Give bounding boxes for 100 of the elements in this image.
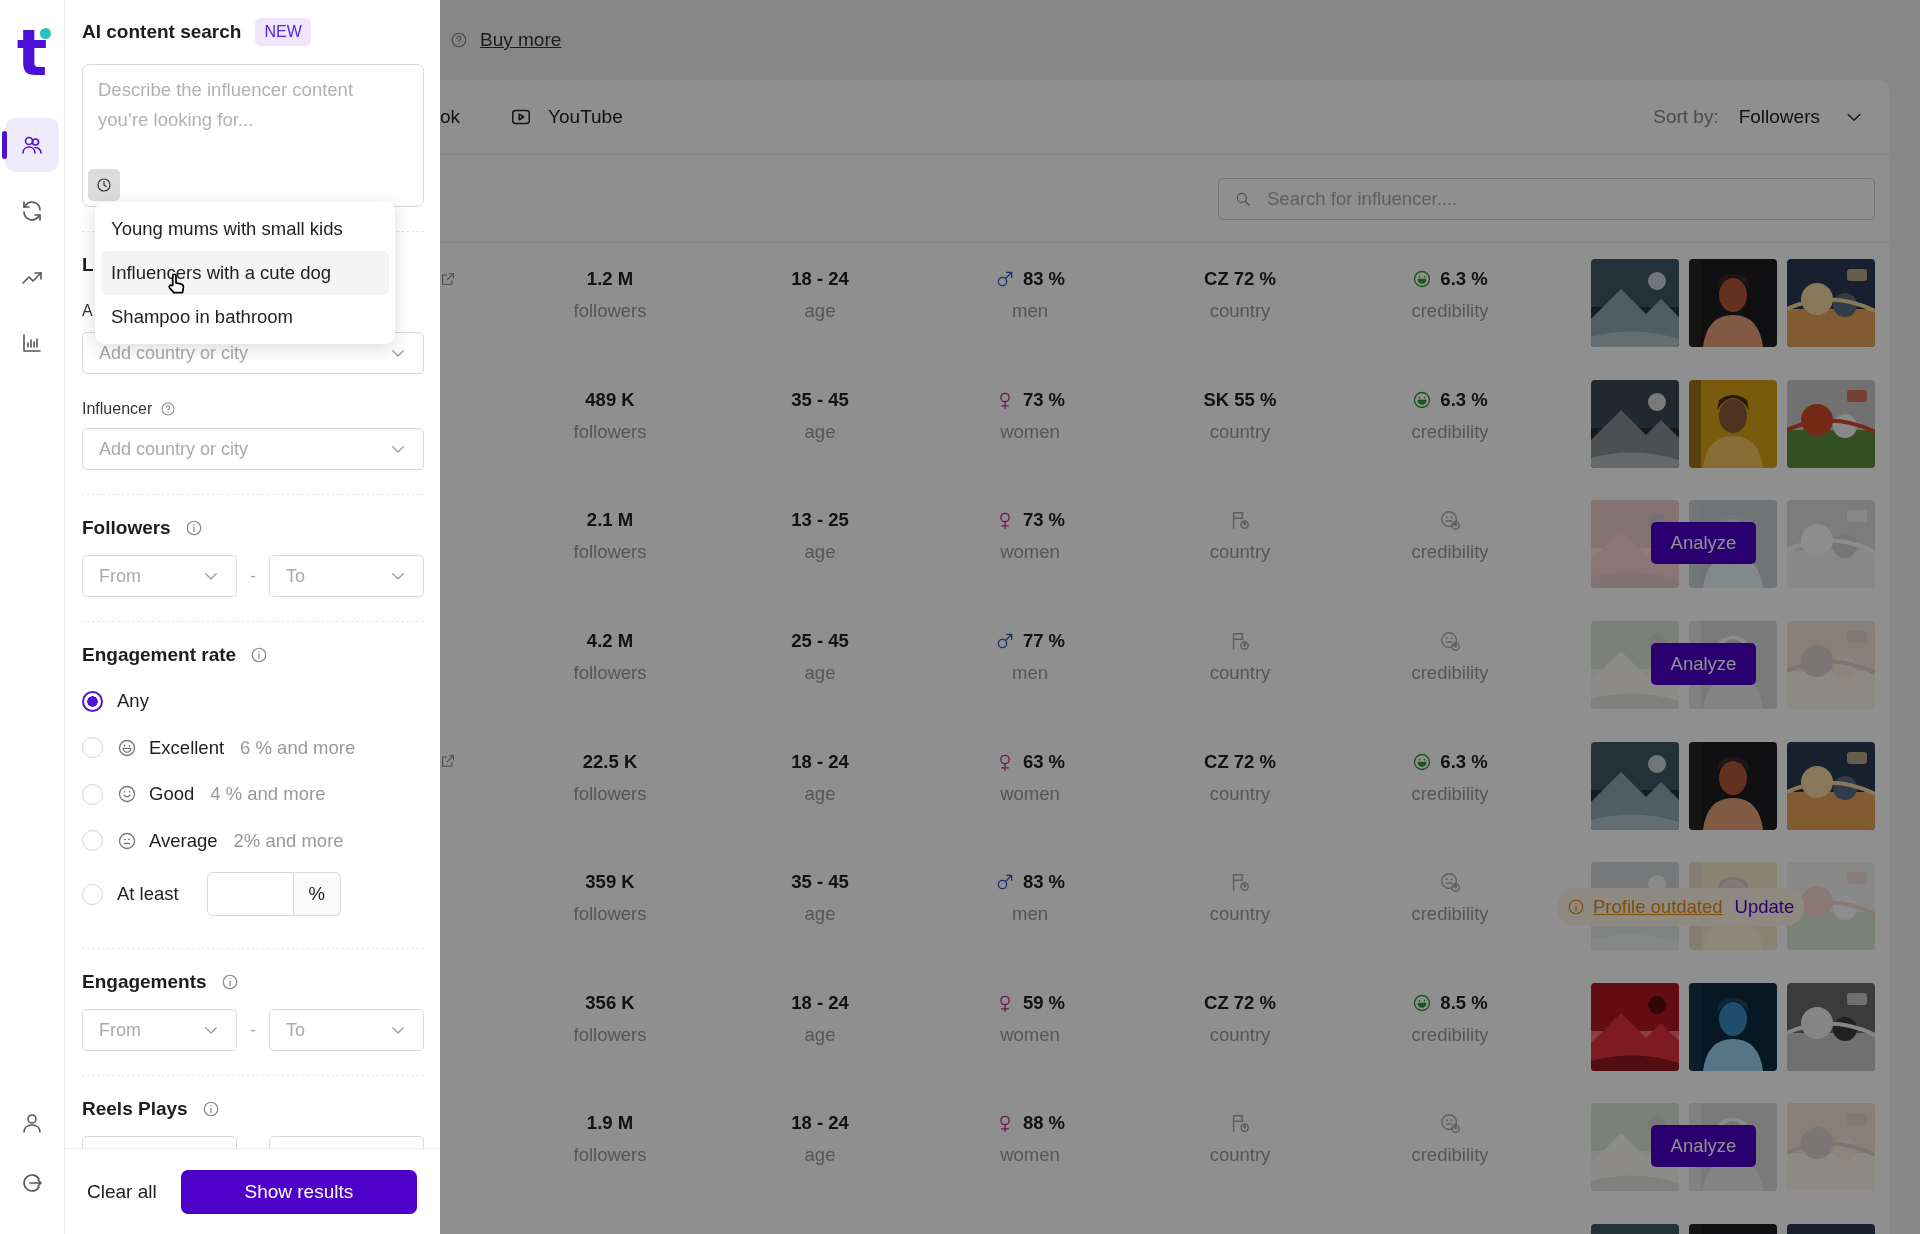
follower-count: 1.9 M (586, 1112, 634, 1135)
section-title: Engagement rate (82, 644, 237, 666)
section-title: Reels Plays (82, 1098, 188, 1120)
age-range: 35 - 45 (791, 388, 849, 411)
age-range: 25 - 45 (791, 630, 849, 653)
tab[interactable]: YouTube (510, 106, 623, 128)
stat-label: credibility (1411, 662, 1489, 685)
gender-share: 63 % (1022, 750, 1066, 773)
info-icon (184, 519, 203, 537)
tab[interactable]: ok (440, 106, 461, 128)
show-results-button[interactable]: Show results (180, 1169, 417, 1214)
age-range: 18 - 24 (791, 750, 849, 773)
range-separator: - (249, 1019, 257, 1041)
logo[interactable]: t (10, 24, 54, 82)
gender-share: 73 % (1022, 509, 1066, 532)
country-share: SK 55 % (1203, 388, 1277, 411)
stat-label: age (804, 782, 836, 805)
history-button[interactable] (88, 169, 120, 201)
stat-label: men (1012, 903, 1048, 926)
face-icon (117, 784, 137, 805)
stat-label: country (1209, 662, 1271, 685)
field-label: A (82, 302, 94, 320)
age-range: 35 - 45 (791, 871, 849, 894)
gender-share: 59 % (1022, 991, 1066, 1014)
stat-label: country (1209, 300, 1271, 323)
stat-label: women (1000, 782, 1060, 805)
option-hint: 2% and more (233, 829, 344, 852)
face-icon (117, 830, 137, 851)
info-icon (220, 973, 239, 991)
gender-share: 83 % (1022, 268, 1066, 291)
help-icon (160, 401, 177, 417)
external-link-icon[interactable] (440, 753, 456, 770)
stat-label: age (804, 1023, 836, 1046)
stat-label: credibility (1411, 300, 1489, 323)
analyze-button[interactable]: Analyze (1651, 1125, 1756, 1168)
menu-item[interactable]: Influencers with a cute dog (101, 251, 389, 295)
info-icon (250, 646, 269, 664)
option-label: Any (117, 690, 149, 713)
country-share: CZ 72 % (1204, 991, 1276, 1014)
stat-label: country (1209, 1023, 1271, 1046)
stat-label: followers (573, 1144, 647, 1167)
follower-count: 356 K (585, 991, 635, 1014)
credibility-score: 6.3 % (1440, 268, 1488, 291)
sort-label: Sort by: (1653, 106, 1719, 128)
gender-share: 73 % (1022, 388, 1066, 411)
radio-button[interactable] (82, 690, 103, 712)
nav-button[interactable] (5, 118, 59, 172)
stat-label: credibility (1411, 420, 1489, 443)
stat-label: age (804, 300, 836, 323)
face-icon (117, 737, 137, 758)
logout-icon (20, 1171, 44, 1195)
menu-item[interactable]: Young mums with small kids (101, 207, 389, 251)
stat-label: credibility (1411, 541, 1489, 564)
analyze-button[interactable]: Analyze (1651, 643, 1756, 686)
country-share: CZ 72 % (1204, 750, 1276, 773)
stat-label: followers (573, 662, 647, 685)
age-range: 18 - 24 (791, 268, 849, 291)
external-link-icon[interactable] (440, 271, 456, 287)
chart-icon (20, 331, 44, 355)
clear-button[interactable]: Clear all (87, 1180, 157, 1203)
stat-label: women (1000, 420, 1060, 443)
section-title: L (82, 254, 94, 276)
age-range: 13 - 25 (791, 509, 849, 532)
stat-label: women (1000, 1144, 1060, 1167)
stat-label: credibility (1411, 903, 1489, 926)
stat-label: credibility (1411, 782, 1489, 805)
option-hint: 4 % and more (210, 783, 326, 806)
update-link[interactable]: Update (1734, 896, 1795, 919)
field-label: Influencer (82, 400, 153, 418)
face-question-icon (1439, 509, 1461, 532)
stat-label: followers (573, 420, 647, 443)
user-icon (20, 1111, 44, 1135)
credibility-score: 8.5 % (1440, 991, 1488, 1014)
percent-field[interactable] (206, 872, 294, 916)
face-question-icon (1439, 1112, 1461, 1135)
buy-more-link[interactable]: Buy more (480, 29, 562, 51)
gender-share: 77 % (1022, 630, 1066, 653)
option-label: Excellent (149, 736, 225, 759)
analyze-button[interactable]: Analyze (1651, 522, 1756, 565)
stat-label: credibility (1411, 1023, 1489, 1046)
gender-share: 83 % (1022, 871, 1066, 894)
new-badge: NEW (255, 18, 311, 46)
ai-search-field[interactable]: Describe the influencer content you’re looking for... (82, 64, 424, 207)
stat-label: age (804, 541, 836, 564)
stat-label: followers (573, 1023, 647, 1046)
section-title: Followers (82, 517, 171, 539)
section-title: Engagements (82, 971, 207, 993)
stat-label: followers (573, 541, 647, 564)
sort-dropdown[interactable]: Followers (1738, 106, 1864, 128)
option-hint: 6 % and more (240, 736, 356, 759)
follower-count: 2.1 M (586, 509, 634, 532)
unit-label: % (293, 872, 341, 916)
face-question-icon (1439, 871, 1461, 894)
stat-label: men (1012, 300, 1048, 323)
smile-icon (1412, 992, 1433, 1013)
credibility-score: 6.3 % (1440, 750, 1488, 773)
refresh-icon (20, 199, 44, 223)
country-share: CZ 72 % (1204, 268, 1276, 291)
option-label: At least (117, 883, 179, 905)
smile-icon (1412, 751, 1433, 772)
